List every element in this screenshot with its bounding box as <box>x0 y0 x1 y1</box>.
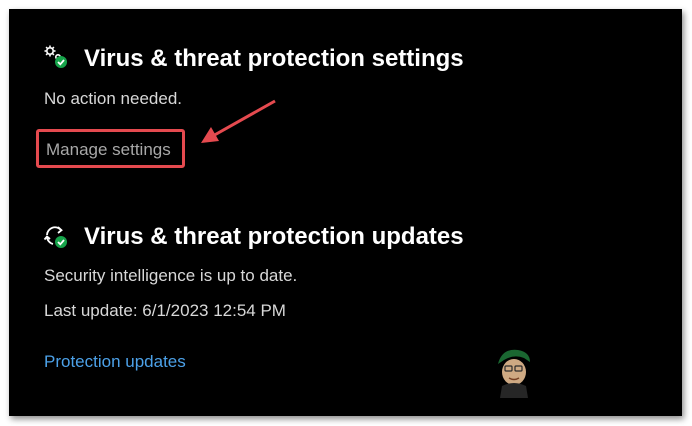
settings-section-title: Virus & threat protection settings <box>84 45 464 72</box>
manage-settings-link[interactable]: Manage settings <box>36 129 185 168</box>
mascot-watermark-icon <box>498 349 530 398</box>
red-arrow-annotation <box>201 99 276 143</box>
updates-status-text: Security intelligence is up to date. <box>44 266 298 285</box>
gear-check-icon <box>44 45 67 68</box>
manage-settings-label: Manage settings <box>46 140 171 159</box>
updates-section-title: Virus & threat protection updates <box>84 223 464 250</box>
refresh-check-icon <box>43 226 67 248</box>
settings-status-text: No action needed. <box>44 89 182 108</box>
virus-threat-protection-panel: Virus & threat protection settings No ac… <box>9 9 682 416</box>
protection-updates-link[interactable]: Protection updates <box>44 352 186 372</box>
last-update-text: Last update: 6/1/2023 12:54 PM <box>44 301 286 320</box>
